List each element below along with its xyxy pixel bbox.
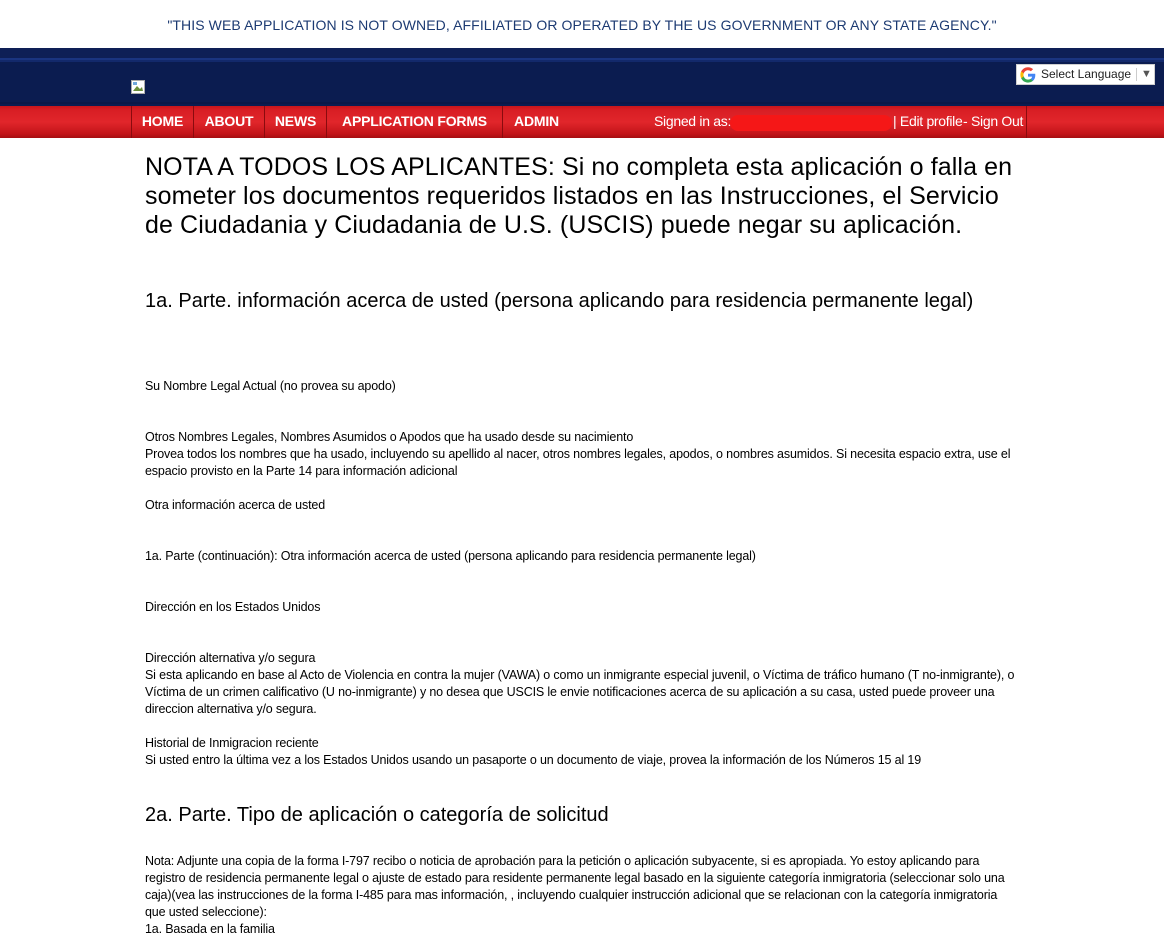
google-g-icon bbox=[1020, 67, 1036, 83]
nav-container: HOME ABOUT NEWS APPLICATION FORMS ADMIN … bbox=[131, 106, 1027, 138]
dropdown-separator bbox=[1136, 68, 1137, 81]
alt-address-description: Si esta aplicando en base al Acto de Vio… bbox=[145, 668, 1015, 716]
nav-news[interactable]: NEWS bbox=[265, 106, 327, 138]
other-info-label: Otra información acerca de usted bbox=[145, 498, 326, 512]
edit-profile-link[interactable]: | Edit profile bbox=[893, 106, 963, 138]
legal-name-label: Su Nombre Legal Actual (no provea su apo… bbox=[145, 379, 396, 393]
select-language-label: Select Language bbox=[1041, 67, 1132, 81]
immigration-history-description: Si usted entro la última vez a los Estad… bbox=[145, 753, 921, 767]
main-navigation: HOME ABOUT NEWS APPLICATION FORMS ADMIN … bbox=[0, 106, 1164, 138]
sign-out-link[interactable]: Sign Out bbox=[971, 106, 1023, 138]
nav-application-forms[interactable]: APPLICATION FORMS bbox=[327, 106, 503, 138]
select-language-dropdown[interactable]: Select Language ▼ bbox=[1016, 64, 1155, 85]
signed-in-label: Signed in as: bbox=[654, 113, 732, 129]
redacted-username bbox=[730, 115, 892, 131]
disclaimer-banner: "THIS WEB APPLICATION IS NOT OWNED, AFFI… bbox=[0, 0, 1164, 48]
immigration-history-label: Historial de Inmigracion reciente bbox=[145, 736, 319, 750]
header-brand-band bbox=[0, 48, 1164, 106]
part2-note: Nota: Adjunte una copia de la forma I-79… bbox=[145, 854, 1005, 919]
other-names-label: Otros Nombres Legales, Nombres Asumidos … bbox=[145, 430, 634, 444]
nav-admin[interactable]: ADMIN bbox=[503, 106, 570, 138]
dropdown-arrow-icon: ▼ bbox=[1141, 68, 1152, 80]
us-address-label: Dirección en los Estados Unidos bbox=[145, 600, 321, 614]
alt-address-label: Dirección alternativa y/o segura bbox=[145, 651, 316, 665]
part1-heading: 1a. Parte. información acerca de usted (… bbox=[145, 290, 974, 312]
nav-home[interactable]: HOME bbox=[132, 106, 194, 138]
part2-heading: 2a. Parte. Tipo de aplicación o categorí… bbox=[145, 804, 609, 826]
page-notice-heading: NOTA A TODOS LOS APLICANTES: Si no compl… bbox=[145, 153, 1013, 239]
other-names-description: Provea todos los nombres que ha usado, i… bbox=[145, 447, 1011, 478]
broken-logo-image-icon[interactable] bbox=[131, 80, 145, 94]
nav-about[interactable]: ABOUT bbox=[194, 106, 265, 138]
part1-continuation-label: 1a. Parte (continuación): Otra informaci… bbox=[145, 549, 756, 563]
nav-separator: - bbox=[963, 113, 968, 129]
